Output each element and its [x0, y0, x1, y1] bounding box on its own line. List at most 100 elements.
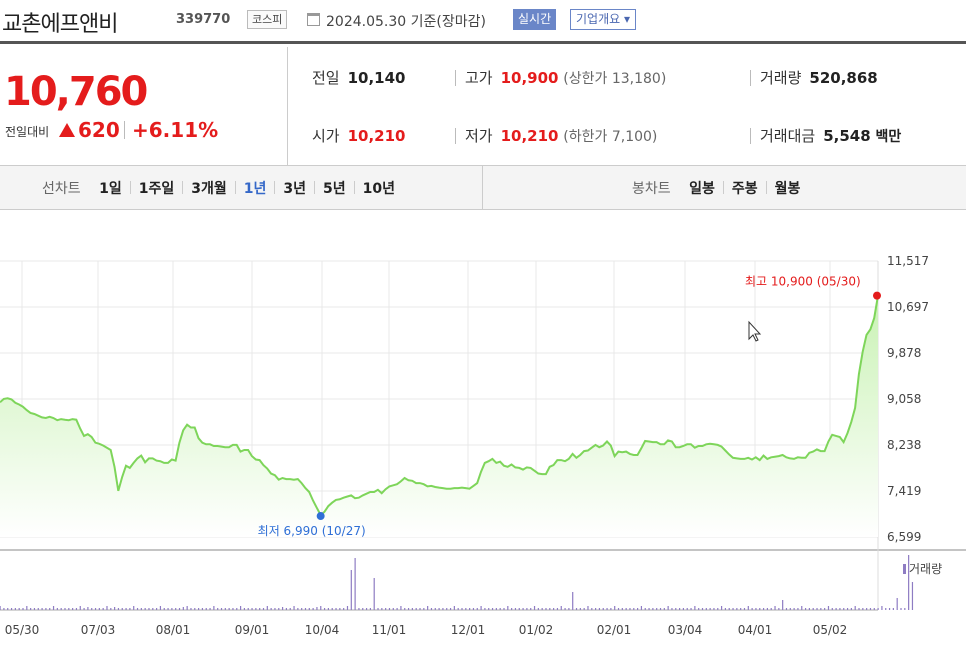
stat-open: 시가 10,210 — [312, 125, 406, 146]
volume-bar — [79, 606, 81, 610]
candle-option-0[interactable]: 일봉 — [689, 178, 715, 198]
volume-bar — [606, 608, 608, 610]
amount-unit: 백만 — [875, 129, 902, 145]
volume-bar — [75, 608, 78, 610]
volume-bar — [575, 608, 578, 610]
volume-bar — [843, 608, 845, 610]
volume-bar — [281, 607, 284, 610]
divider — [455, 70, 456, 86]
divider — [455, 128, 456, 144]
x-tick-label: 07/03 — [81, 623, 116, 637]
volume-bar — [888, 608, 891, 610]
period-option-4[interactable]: 3년 — [283, 178, 306, 198]
volume-bar — [732, 608, 734, 610]
volume-bar — [30, 608, 32, 610]
volume-bar — [60, 608, 62, 610]
volume-bar — [136, 608, 139, 610]
period-option-0[interactable]: 1일 — [99, 178, 122, 198]
volume-bar — [106, 606, 108, 610]
price-chart[interactable]: 11,517 10,697 9,878 9,058 8,238 7,419 6,599 05… — [0, 210, 966, 649]
volume-bar — [785, 608, 788, 610]
volume-bar — [213, 606, 215, 610]
volume-bar — [850, 608, 852, 610]
volume-bar — [549, 608, 551, 610]
stat-value: 10,210 — [347, 127, 406, 145]
volume-bar — [759, 608, 761, 610]
x-tick-label: 11/01 — [372, 623, 407, 637]
realtime-button[interactable]: 실시간 — [513, 9, 557, 30]
volume-bars — [0, 555, 914, 610]
volume-bar — [709, 608, 711, 610]
volume-legend-swatch — [903, 564, 906, 574]
period-option-6[interactable]: 10년 — [363, 178, 395, 198]
volume-bar — [686, 608, 688, 610]
volume-bar — [297, 608, 299, 610]
volume-bar — [698, 608, 700, 610]
company-overview-dropdown[interactable]: 기업개요 ▾ — [570, 9, 636, 30]
volume-bar — [10, 608, 13, 610]
volume-bar — [866, 608, 868, 610]
volume-bar — [659, 608, 662, 610]
candle-option-1[interactable]: 주봉 — [732, 178, 758, 198]
volume-bar — [663, 608, 665, 610]
volume-bar — [350, 570, 352, 610]
volume-bar — [133, 606, 135, 610]
volume-bar — [331, 608, 333, 610]
period-option-2[interactable]: 3개월 — [191, 178, 227, 198]
volume-bar — [736, 608, 738, 610]
volume-bar — [705, 608, 707, 610]
volume-bar — [68, 608, 70, 610]
volume-bar — [595, 608, 597, 610]
volume-bar — [743, 608, 746, 610]
x-axis: 05/30 07/03 08/01 09/01 10/04 11/01 12/01 01/02… — [5, 562, 942, 637]
volume-bar — [144, 608, 146, 610]
volume-bar — [270, 608, 272, 610]
volume-bar — [526, 608, 528, 610]
x-tick-label: 12/01 — [451, 623, 486, 637]
volume-bar — [495, 608, 497, 610]
volume-bar — [827, 606, 830, 610]
volume-bar — [820, 608, 822, 610]
volume-bar — [72, 608, 74, 610]
volume-bar — [831, 608, 833, 610]
stock-name: 교촌에프앤비 — [2, 12, 118, 37]
volume-bar — [488, 608, 490, 610]
volume-bar — [453, 606, 455, 610]
volume-bar — [637, 608, 639, 610]
volume-bar — [629, 608, 631, 610]
candle-option-2[interactable]: 월봉 — [775, 178, 801, 198]
volume-bar — [194, 608, 196, 610]
stat-label: 저가 — [465, 127, 493, 145]
volume-bar — [896, 598, 898, 610]
upper-limit: (상한가 13,180) — [563, 71, 667, 87]
volume-bar — [198, 608, 200, 610]
volume-bar — [610, 608, 612, 610]
volume-bar — [839, 608, 841, 610]
y-axis: 11,517 10,697 9,878 9,058 8,238 7,419 6,599 — [887, 254, 929, 544]
volume-bar — [491, 608, 494, 610]
period-option-1[interactable]: 1주일 — [139, 178, 175, 198]
volume-bar — [175, 608, 177, 610]
y-tick-label: 10,697 — [887, 300, 929, 314]
volume-bar — [304, 608, 307, 610]
volume-bar — [472, 608, 475, 610]
volume-bar — [675, 608, 677, 610]
stat-value: 520,868 — [809, 69, 878, 87]
volume-bar — [312, 608, 314, 610]
volume-bar — [434, 608, 436, 610]
period-option-3[interactable]: 1년 — [244, 178, 267, 198]
volume-bar — [442, 608, 444, 610]
volume-bar — [18, 608, 20, 610]
period-option-5[interactable]: 5년 — [323, 178, 346, 198]
y-tick-label: 6,599 — [887, 530, 921, 544]
y-tick-label: 9,058 — [887, 392, 921, 406]
volume-bar — [503, 608, 505, 610]
volume-bar — [770, 608, 772, 610]
volume-bar — [499, 608, 501, 610]
volume-bar — [358, 608, 360, 610]
volume-bar — [457, 608, 459, 610]
volume-bar — [751, 608, 753, 610]
volume-bar — [701, 608, 704, 610]
volume-bar — [835, 608, 837, 610]
chart-grid — [0, 260, 966, 611]
